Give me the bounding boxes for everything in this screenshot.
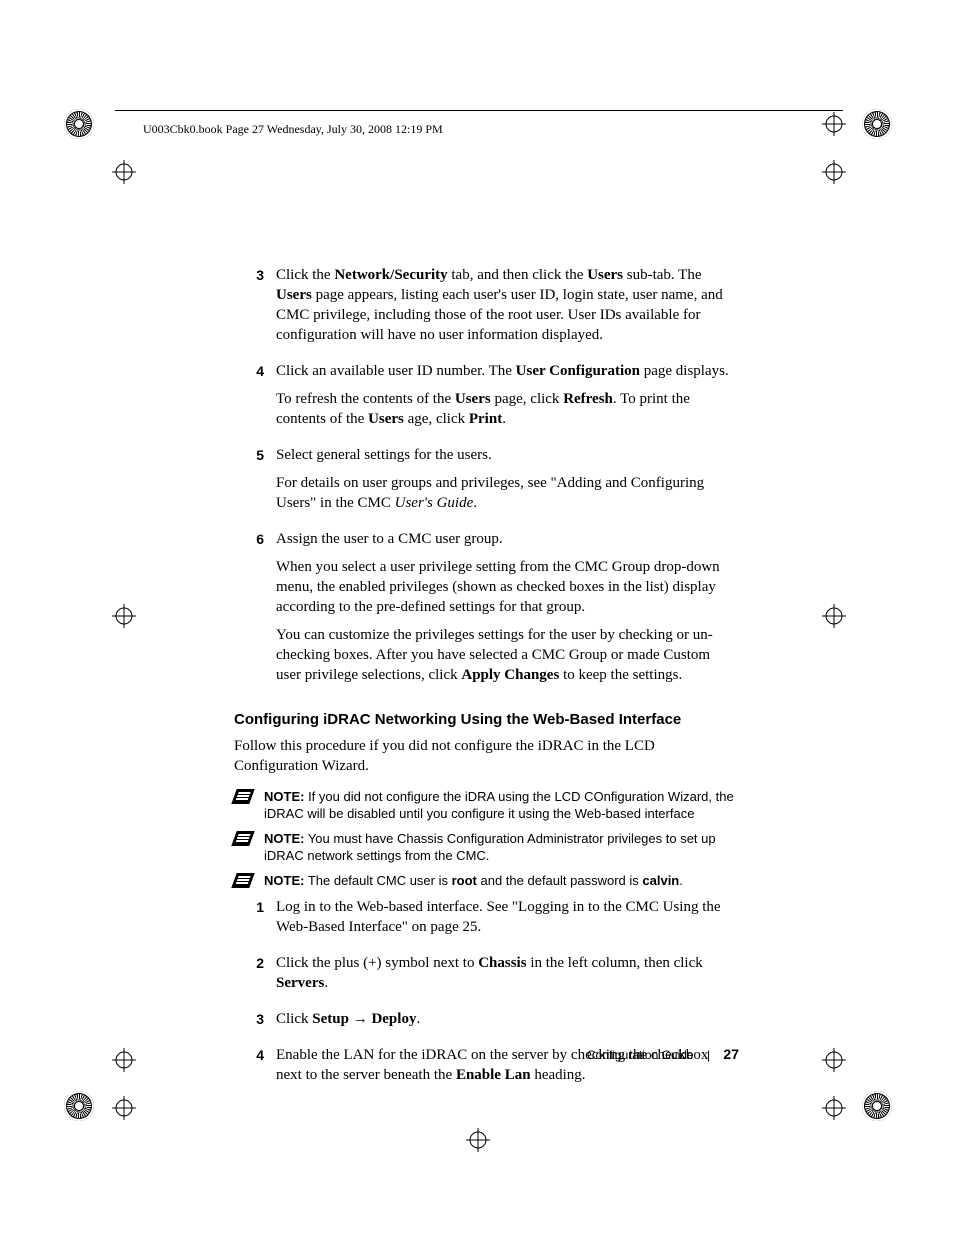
crop-mark-icon xyxy=(112,160,136,184)
notes-block: NOTE: If you did not configure the iDRA … xyxy=(234,788,734,889)
page-number: 27 xyxy=(723,1046,739,1062)
crop-mark-icon xyxy=(466,1128,490,1152)
crop-mark-icon xyxy=(822,112,846,136)
step-number: 5 xyxy=(234,445,276,521)
note-text: NOTE: You must have Chassis Configuratio… xyxy=(264,830,734,864)
step-paragraph: For details on user groups and privilege… xyxy=(276,473,734,513)
step-paragraph: Click an available user ID number. The U… xyxy=(276,361,734,381)
step-number: 4 xyxy=(234,361,276,437)
note-row: NOTE: You must have Chassis Configuratio… xyxy=(234,830,734,864)
step-paragraph: Log in to the Web-based interface. See "… xyxy=(276,897,734,937)
crop-ornament-icon xyxy=(64,1091,94,1121)
step-body: Click the plus (+) symbol next to Chassi… xyxy=(276,953,734,1001)
step-item: 6Assign the user to a CMC user group. Whe… xyxy=(234,529,734,693)
step-body: Click Setup → Deploy. xyxy=(276,1009,734,1037)
step-item: 2Click the plus (+) symbol next to Chass… xyxy=(234,953,734,1001)
step-paragraph: To refresh the contents of the Users pag… xyxy=(276,389,734,429)
footer-separator: | xyxy=(707,1048,710,1062)
step-body: Click the Network/Security tab, and then… xyxy=(276,265,734,353)
note-icon xyxy=(231,831,254,846)
step-body: Select general settings for the users. Fo… xyxy=(276,445,734,521)
step-paragraph: Click the Network/Security tab, and then… xyxy=(276,265,734,345)
step-item: 5Select general settings for the users. F… xyxy=(234,445,734,521)
step-paragraph: Click the plus (+) symbol next to Chassi… xyxy=(276,953,734,993)
step-paragraph: You can customize the privileges setting… xyxy=(276,625,734,685)
step-paragraph: When you select a user privilege setting… xyxy=(276,557,734,617)
step-number: 4 xyxy=(234,1045,276,1093)
note-text: NOTE: The default CMC user is root and t… xyxy=(264,872,734,889)
step-body: Assign the user to a CMC user group. When… xyxy=(276,529,734,693)
step-item: 3Click Setup → Deploy. xyxy=(234,1009,734,1037)
crop-mark-icon xyxy=(112,1096,136,1120)
steps-list-b: 1Log in to the Web-based interface. See … xyxy=(234,897,734,1093)
section-heading: Configuring iDRAC Networking Using the W… xyxy=(234,711,734,728)
crop-mark-icon xyxy=(822,160,846,184)
step-number: 2 xyxy=(234,953,276,1001)
crop-mark-icon xyxy=(822,604,846,628)
crop-mark-icon xyxy=(112,1048,136,1072)
note-icon xyxy=(231,873,254,888)
step-number: 6 xyxy=(234,529,276,693)
crop-mark-icon xyxy=(822,1048,846,1072)
crop-ornament-icon xyxy=(862,1091,892,1121)
note-icon xyxy=(231,789,254,804)
step-paragraph: Click Setup → Deploy. xyxy=(276,1009,734,1029)
step-paragraph: Select general settings for the users. xyxy=(276,445,734,465)
page-content: 3Click the Network/Security tab, and the… xyxy=(234,265,734,1101)
step-paragraph: Assign the user to a CMC user group. xyxy=(276,529,734,549)
step-body: Log in to the Web-based interface. See "… xyxy=(276,897,734,945)
crop-mark-icon xyxy=(822,1096,846,1120)
step-number: 1 xyxy=(234,897,276,945)
crop-ornament-icon xyxy=(862,109,892,139)
note-row: NOTE: If you did not configure the iDRA … xyxy=(234,788,734,822)
steps-list-a: 3Click the Network/Security tab, and the… xyxy=(234,265,734,693)
intro-paragraph: Follow this procedure if you did not con… xyxy=(234,736,734,776)
note-text: NOTE: If you did not configure the iDRA … xyxy=(264,788,734,822)
footer-title: Configuration Guide xyxy=(587,1048,694,1062)
crop-ornament-icon xyxy=(64,109,94,139)
step-number: 3 xyxy=(234,1009,276,1037)
step-number: 3 xyxy=(234,265,276,353)
step-item: 3Click the Network/Security tab, and the… xyxy=(234,265,734,353)
page-footer: Configuration Guide | 27 xyxy=(587,1046,739,1062)
step-body: Click an available user ID number. The U… xyxy=(276,361,734,437)
note-row: NOTE: The default CMC user is root and t… xyxy=(234,872,734,889)
step-item: 1Log in to the Web-based interface. See … xyxy=(234,897,734,945)
header-meta: U003Cbk0.book Page 27 Wednesday, July 30… xyxy=(143,122,443,137)
crop-mark-icon xyxy=(112,604,136,628)
step-item: 4Click an available user ID number. The … xyxy=(234,361,734,437)
header-rule xyxy=(115,110,843,111)
